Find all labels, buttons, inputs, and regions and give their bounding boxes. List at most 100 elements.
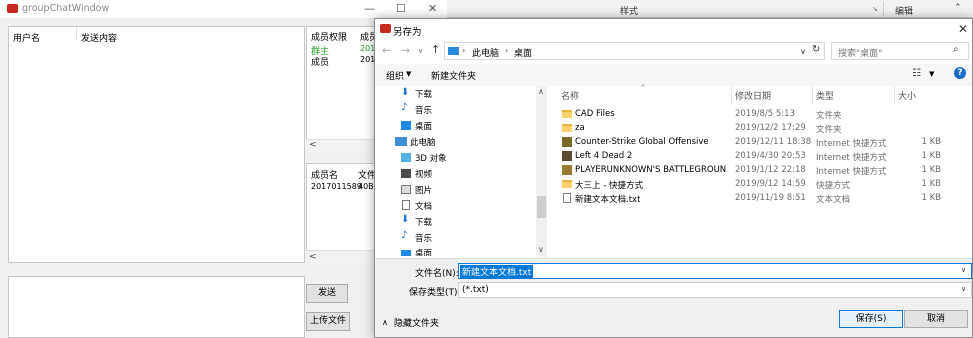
file-name[interactable]: za	[575, 123, 585, 133]
video-icon	[401, 169, 411, 178]
nav-item-downloads[interactable]: 下载	[415, 216, 432, 228]
close-icon[interactable]: ✕	[958, 22, 968, 36]
game-shortcut-icon	[562, 137, 572, 147]
file-type: 文件夹	[816, 111, 842, 121]
music-icon: ♪	[401, 230, 408, 241]
column-header-date-modified[interactable]: 修改日期	[735, 89, 771, 102]
organize-menu[interactable]: 组织	[386, 69, 404, 82]
ribbon-divider	[883, 2, 884, 16]
nav-item-music[interactable]: 音乐	[415, 104, 432, 116]
file-date: 2019/12/2 17:29	[735, 123, 806, 133]
file-date: 2019/12/11 18:38	[735, 137, 812, 147]
cancel-button[interactable]: 取消	[904, 310, 968, 328]
chevron-down-icon[interactable]: ∨	[961, 266, 966, 274]
breadcrumb-chevron-icon[interactable]: ›	[505, 46, 508, 55]
file-name[interactable]: Counter-Strike Global Offensive	[575, 137, 709, 147]
chevron-down-icon[interactable]: ∨	[800, 47, 806, 56]
file-type: Internet 快捷方式	[816, 153, 887, 163]
file-name[interactable]: CAD Files	[575, 109, 615, 119]
filename-value[interactable]: 新建文本文档.txt	[460, 265, 534, 278]
chevron-down-icon[interactable]: ∨	[961, 285, 966, 293]
filetype-label: 保存类型(T):	[409, 288, 461, 298]
breadcrumb-desktop[interactable]: 桌面	[514, 46, 532, 59]
help-icon[interactable]: ?	[954, 67, 966, 79]
refresh-icon[interactable]: ↻	[812, 44, 820, 55]
nav-item-pictures[interactable]: 图片	[415, 184, 432, 196]
column-header-member-name[interactable]: 成员名	[311, 168, 338, 181]
chevron-down-icon[interactable]: ▼	[929, 70, 934, 78]
minimize-icon[interactable]: —	[364, 2, 375, 15]
nav-item-videos[interactable]: 视频	[415, 168, 432, 180]
filename-label: 文件名(N):	[415, 269, 459, 279]
nav-item-desktop[interactable]: 桌面	[415, 120, 432, 132]
chevron-down-icon[interactable]: ▼	[406, 70, 411, 78]
nav-item-this-pc[interactable]: 此电脑	[410, 136, 436, 148]
dialog-title: 另存为	[393, 27, 422, 38]
column-header-permission[interactable]: 成员权限	[311, 30, 347, 43]
file-type: 文件夹	[816, 125, 842, 135]
chevron-up-icon[interactable]: ∧	[382, 318, 388, 327]
column-header-type[interactable]: 类型	[816, 89, 834, 102]
file-member: 2017011589	[311, 182, 362, 191]
up-arrow-icon[interactable]: ↑	[431, 43, 440, 56]
nav-item-documents[interactable]: 文档	[415, 200, 432, 212]
dialog-launcher-icon[interactable]: ↘	[872, 5, 878, 13]
nav-pane-scrollbar[interactable]	[536, 86, 547, 257]
file-date: 2019/1/12 22:18	[735, 165, 806, 175]
upload-file-button[interactable]: 上传文件	[306, 312, 350, 331]
maximize-icon[interactable]: ☐	[396, 2, 406, 15]
message-input[interactable]	[8, 276, 305, 338]
back-arrow-icon[interactable]: ←	[382, 44, 391, 57]
filename-input[interactable]	[458, 263, 972, 279]
member-id: 201	[360, 55, 374, 64]
scrollbar-thumb[interactable]	[537, 196, 546, 218]
file-name[interactable]: Left 4 Dead 2	[575, 151, 632, 161]
hide-folders-button[interactable]: 隐藏文件夹	[394, 316, 439, 329]
chevron-down-icon[interactable]: ∨	[538, 245, 544, 254]
nav-item-music[interactable]: 音乐	[415, 232, 432, 244]
ribbon-group-style[interactable]: 样式	[620, 4, 638, 17]
file-size: 1 KB	[921, 151, 941, 161]
column-header-member[interactable]: 成员	[360, 30, 374, 43]
chat-message-table[interactable]	[8, 26, 305, 263]
download-icon: ⬇	[401, 214, 410, 225]
file-name[interactable]: PLAYERUNKNOWN'S BATTLEGROUN...	[575, 165, 727, 175]
address-bar[interactable]	[444, 42, 825, 60]
file-name[interactable]: 大三上 - 快捷方式	[575, 179, 643, 191]
view-options-icon[interactable]: ☷	[912, 68, 921, 79]
nav-item-downloads[interactable]: 下载	[415, 88, 432, 100]
member-role: 成员	[311, 58, 330, 68]
recent-locations-icon[interactable]: ∨	[418, 47, 423, 55]
3d-objects-icon	[401, 153, 411, 162]
breadcrumb-chevron-icon[interactable]: ›	[462, 46, 465, 55]
file-type: 文本文档	[816, 195, 851, 205]
file-name[interactable]: 新建文本文档.txt	[575, 193, 640, 205]
nav-item-desktop[interactable]: 桌面	[415, 247, 432, 256]
save-button[interactable]: 保存(S)	[839, 310, 903, 328]
new-folder-button[interactable]: 新建文件夹	[431, 69, 476, 82]
column-header-size[interactable]: 大小	[898, 89, 916, 102]
collapse-ribbon-icon[interactable]: ⌃	[954, 3, 962, 13]
ribbon-group-edit[interactable]: 编辑	[895, 4, 913, 17]
column-divider	[812, 86, 813, 104]
file-date: 2019/8/5 5:13	[735, 109, 795, 119]
column-header-file[interactable]: 文件	[358, 168, 374, 181]
sort-ascending-icon: ^	[640, 84, 646, 92]
chevron-up-icon[interactable]: ∧	[538, 87, 544, 96]
send-button[interactable]: 发送	[306, 284, 348, 303]
scroll-left-icon[interactable]: <	[309, 140, 317, 150]
download-icon: ⬇	[401, 87, 410, 98]
column-header-content[interactable]: 发送内容	[81, 31, 117, 44]
forward-arrow-icon[interactable]: →	[401, 44, 410, 57]
search-icon[interactable]: ⌕	[953, 44, 959, 55]
column-header-username[interactable]: 用户名	[13, 31, 40, 44]
dialog-app-icon	[380, 24, 391, 33]
filetype-select[interactable]	[458, 282, 972, 298]
close-icon[interactable]: ✕	[428, 2, 437, 15]
column-divider	[76, 27, 77, 41]
column-header-name[interactable]: 名称	[561, 89, 579, 102]
nav-item-3d-objects[interactable]: 3D 对象	[415, 152, 447, 164]
breadcrumb-this-pc[interactable]: 此电脑	[472, 46, 499, 59]
scroll-left-icon[interactable]: <	[309, 252, 317, 262]
filetype-value[interactable]: (*.txt)	[462, 285, 489, 295]
